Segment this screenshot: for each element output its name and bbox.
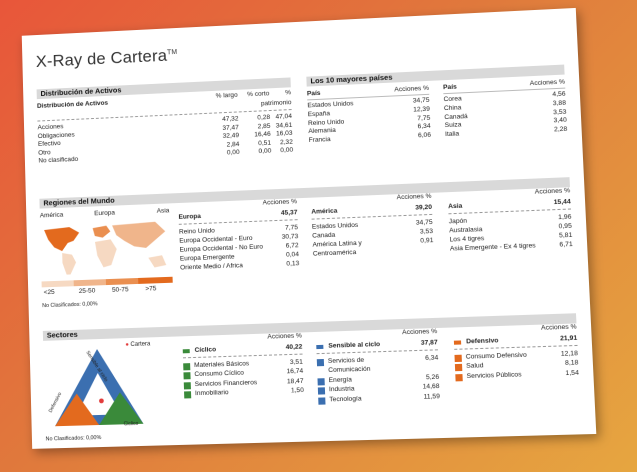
- pais-value: 6,06: [417, 131, 432, 140]
- triangle-label-ciclico: Ciclico: [123, 420, 139, 428]
- activos-row-label: No clasificado: [38, 156, 79, 165]
- legend-label: <25: [43, 288, 55, 297]
- legend-label: 50-75: [111, 286, 129, 294]
- col-pct: %: [285, 89, 292, 97]
- pais-label: Reino Unido: [307, 118, 345, 127]
- region-row-label: Centroamérica: [312, 249, 357, 258]
- pais-label: Francia: [308, 136, 331, 145]
- xray-sheet: X-Ray de CarteraTM Distribución de Activ…: [21, 7, 597, 449]
- activos-table: [22, 8, 576, 36]
- regiones-tables: [22, 8, 576, 36]
- pais-label: China: [443, 104, 462, 112]
- activos-row-pat: 0,00: [280, 147, 294, 155]
- sectores-tables: [22, 8, 576, 36]
- activos-subtitle: Distribución de Activos: [36, 99, 109, 110]
- sector-row-label: Comunicación: [328, 366, 371, 375]
- legend-label: 25-50: [78, 287, 96, 295]
- sector-triangle: [53, 347, 144, 427]
- paises-col-left: País: [306, 89, 321, 98]
- activos-row-label: Efectivo: [37, 140, 61, 149]
- pais-label: Alemania: [308, 127, 336, 136]
- world-map: [40, 217, 173, 280]
- sectores-no-clasificados: No Clasificados: 0,00%: [45, 434, 102, 443]
- map-label-europa: Europa: [94, 209, 116, 218]
- pais-label: Corea: [443, 95, 462, 104]
- col-corto: % corto: [247, 90, 270, 99]
- pais-label: Italia: [444, 130, 460, 139]
- map-label-asia: Asia: [156, 207, 170, 215]
- col-largo: % largo: [215, 91, 238, 100]
- sector-row-value: 6,34: [425, 354, 439, 362]
- pais-label: Estados Unidos: [307, 100, 354, 110]
- map-label-america: América: [39, 211, 64, 220]
- legend-label: >75: [145, 285, 157, 293]
- regiones-no-clasificados: No Clasificados: 0,00%: [42, 301, 98, 310]
- col-patrimonio: patrimonio: [260, 99, 292, 108]
- page-title: X-Ray de CarteraTM: [35, 46, 178, 71]
- paises-col-right: País: [442, 83, 457, 92]
- pais-value: 2,28: [553, 125, 568, 134]
- paises-table: [22, 8, 576, 36]
- cartera-legend: ● Cartera: [125, 341, 151, 349]
- pais-label: Suiza: [444, 121, 462, 130]
- activos-row-largo: 0,00: [226, 149, 240, 157]
- pais-label: Canadá: [444, 112, 468, 121]
- activos-row-label: Otro: [38, 149, 51, 157]
